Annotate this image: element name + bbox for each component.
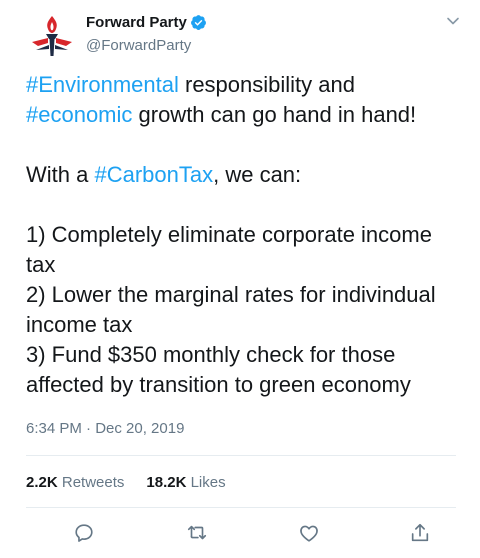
likes-stat[interactable]: 18.2K Likes xyxy=(146,474,225,491)
tweet-text-segment: 3) Fund $350 monthly check for those aff… xyxy=(26,342,411,397)
heart-icon xyxy=(300,525,318,542)
hashtag-link[interactable]: #economic xyxy=(26,102,132,127)
tweet-timestamp[interactable]: 6:34 PM · Dec 20, 2019 xyxy=(26,420,184,437)
tweet-text-segment: growth can go hand in hand! xyxy=(132,102,417,127)
retweets-stat[interactable]: 2.2K Retweets xyxy=(26,474,124,491)
divider xyxy=(26,455,456,456)
like-button[interactable] xyxy=(298,522,320,544)
retweets-count: 2.2K xyxy=(26,474,58,491)
engagement-stats: 2.2K Retweets 18.2K Likes xyxy=(26,474,226,491)
tweet-text-segment: responsibility and xyxy=(178,72,355,97)
author-display-name[interactable]: Forward Party xyxy=(86,14,187,31)
share-button[interactable] xyxy=(409,522,431,544)
tweet-text-segment: 2) Lower the marginal rates for indivind… xyxy=(26,282,436,337)
verified-badge-icon xyxy=(190,15,206,30)
retweet-icon xyxy=(187,525,207,540)
likes-label: Likes xyxy=(190,474,226,491)
tweet-card: Forward Party @ForwardParty #Environment… xyxy=(0,0,480,558)
tweet-paragraph: 3) Fund $350 monthly check for those aff… xyxy=(26,340,466,400)
avatar[interactable] xyxy=(28,12,76,60)
hashtag-link[interactable]: #CarbonTax xyxy=(94,162,213,187)
reply-button[interactable] xyxy=(73,522,95,544)
chevron-down-icon xyxy=(447,17,459,25)
tweet-text-segment: With a xyxy=(26,162,95,187)
author-name-row[interactable]: Forward Party xyxy=(86,14,207,31)
tweet-text: #Environmental responsibility and #econo… xyxy=(26,70,466,400)
forward-party-logo-icon xyxy=(32,16,72,56)
retweet-button[interactable] xyxy=(186,522,208,544)
tweet-actions-bar xyxy=(26,518,456,548)
reply-icon xyxy=(75,524,93,542)
tweet-paragraph: With a #CarbonTax, we can: xyxy=(26,160,466,190)
tweet-paragraph: 1) Completely eliminate corporate income… xyxy=(26,220,466,280)
tweet-text-segment: 1) Completely eliminate corporate income… xyxy=(26,222,432,277)
divider xyxy=(26,507,456,508)
retweets-label: Retweets xyxy=(61,474,125,491)
author-handle[interactable]: @ForwardParty xyxy=(86,37,191,54)
likes-count: 18.2K xyxy=(146,474,187,491)
more-options-button[interactable] xyxy=(446,14,460,28)
tweet-text-segment: , we can: xyxy=(213,162,302,187)
share-icon xyxy=(411,523,429,542)
tweet-paragraph: 2) Lower the marginal rates for indivind… xyxy=(26,280,466,340)
hashtag-link[interactable]: #Environmental xyxy=(26,72,179,97)
tweet-paragraph: #Environmental responsibility and #econo… xyxy=(26,70,466,130)
